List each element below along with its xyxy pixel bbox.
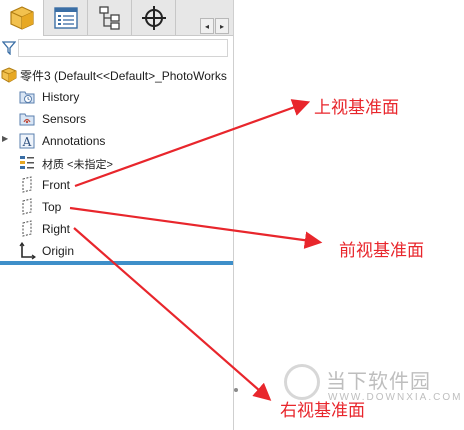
tree-icon <box>98 5 120 30</box>
watermark-text-cn: 当下软件园 <box>326 369 431 393</box>
tree-root-part[interactable]: 零件3 (Default<<Default>_PhotoWorks <box>0 66 233 84</box>
tree-item-top-plane[interactable]: Top <box>0 197 233 217</box>
annotation-right-plane: 右视基准面 <box>280 401 365 421</box>
funnel-icon[interactable] <box>2 41 16 55</box>
tree-item-label: Top <box>42 200 62 214</box>
expand-arrow-icon[interactable]: ▶ <box>2 134 8 143</box>
material-icon <box>20 156 34 169</box>
tree-item-label: Origin <box>42 244 75 258</box>
tree-item-right-plane[interactable]: Right <box>0 219 233 239</box>
tab-display-manager[interactable] <box>176 0 196 35</box>
tab-scroll-right-button[interactable]: ▸ <box>215 18 229 34</box>
tree-item-front-plane[interactable]: Front <box>0 175 233 195</box>
crosshair-icon <box>141 5 166 30</box>
origin-icon <box>19 242 36 260</box>
manager-tab-bar: ◂ ▸ <box>0 0 233 36</box>
annotation-top-plane: 上视基准面 <box>314 98 399 118</box>
panel-splitter-handle[interactable] <box>234 388 238 392</box>
annotation-front-plane: 前视基准面 <box>339 241 424 261</box>
tree-item-sensors[interactable]: Sensors <box>0 109 233 129</box>
tree-item-label: Right <box>42 222 71 236</box>
list-icon <box>53 6 78 29</box>
tree-root-label: 零件3 (Default<<Default>_PhotoWorks <box>20 69 227 83</box>
sensors-folder-icon <box>19 113 35 126</box>
tree-item-annotations[interactable]: ▶ A Annotations <box>0 131 233 151</box>
tab-property-manager[interactable] <box>44 0 88 35</box>
plane-icon <box>22 176 32 193</box>
tab-dimxpert-manager[interactable] <box>132 0 176 35</box>
history-folder-icon <box>19 91 35 104</box>
filter-row <box>0 36 233 60</box>
tab-configuration-manager[interactable] <box>88 0 132 35</box>
tree-item-history[interactable]: History <box>0 87 233 107</box>
annotations-icon: A <box>19 133 35 149</box>
tree-item-origin[interactable]: Origin <box>0 241 233 261</box>
tree-item-label: Front <box>42 178 71 192</box>
rollback-bar[interactable] <box>0 261 233 265</box>
chevron-right-icon: ▸ <box>219 21 224 31</box>
tab-feature-manager[interactable] <box>0 0 44 36</box>
feature-manager-panel: ◂ ▸ 零件3 (Default<<Default>_PhotoWorks Hi… <box>0 0 234 430</box>
watermark-logo-icon <box>284 364 320 400</box>
tree-item-label: 材质 <未指定> <box>42 159 113 171</box>
plane-icon <box>22 198 32 215</box>
filter-input[interactable] <box>18 39 228 57</box>
tree-item-label: Annotations <box>42 134 106 148</box>
plane-icon <box>22 220 32 237</box>
chevron-left-icon: ◂ <box>204 21 209 31</box>
tree-item-label: History <box>42 90 80 104</box>
svg-text:A: A <box>22 135 32 149</box>
tree-item-label: Sensors <box>42 112 87 126</box>
tab-scroll-left-button[interactable]: ◂ <box>200 18 214 34</box>
part-cube-icon <box>1 67 17 83</box>
tree-item-material[interactable]: 材质 <未指定> <box>0 153 233 173</box>
part-cube-icon <box>9 6 34 30</box>
